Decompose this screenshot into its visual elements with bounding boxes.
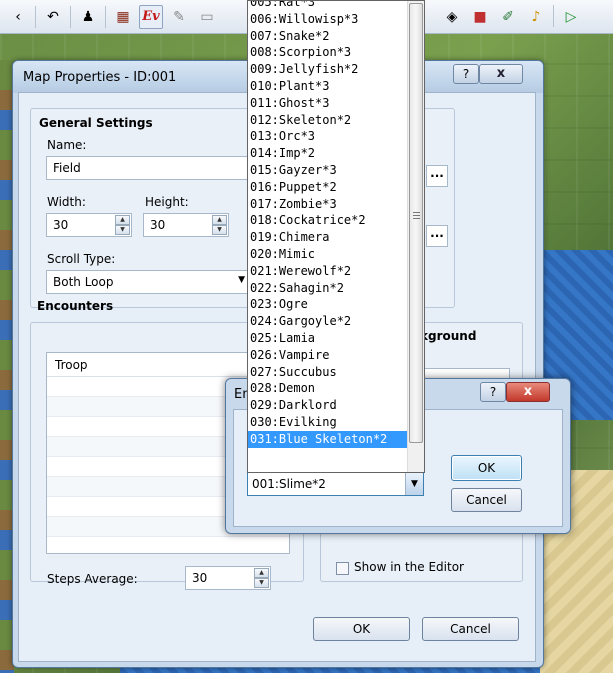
dropdown-item[interactable]: 019:Chimera <box>248 229 409 246</box>
troop-select-value: 001:Slime*2 <box>252 477 326 491</box>
show-in-editor-label: Show in the Editor <box>354 560 464 574</box>
encounter-ok-button[interactable]: OK <box>451 455 522 481</box>
dropdown-item[interactable]: 030:Evilking <box>248 414 409 431</box>
event-mode-button[interactable]: Ev <box>139 4 163 29</box>
dropdown-item[interactable]: 013:Orc*3 <box>248 128 409 145</box>
play-icon[interactable]: ▷ <box>559 5 583 29</box>
general-browse-button[interactable]: ... <box>426 165 448 187</box>
chevron-down-icon: ▼ <box>238 275 245 285</box>
dropdown-item[interactable]: 024:Gargoyle*2 <box>248 313 409 330</box>
character-icon[interactable]: ♟ <box>76 5 100 29</box>
height-stepper[interactable]: 30 ▲ ▼ <box>143 213 229 237</box>
scroll-type-value: Both Loop <box>53 275 114 289</box>
help-button[interactable]: ? <box>480 382 506 402</box>
dropdown-scrollbar[interactable] <box>407 1 424 472</box>
database-icon[interactable]: ▦ <box>111 5 135 29</box>
dropdown-item[interactable]: 028:Demon <box>248 380 409 397</box>
spin-up-icon[interactable]: ▲ <box>115 215 130 225</box>
pencil-icon[interactable]: ✎ <box>167 5 191 29</box>
troop-dropdown-list[interactable]: 005:Rat*3 006:Willowisp*3 007:Snake*2 008:S… <box>247 0 425 473</box>
dropdown-item[interactable]: 009:Jellyfish*2 <box>248 61 409 78</box>
dropdown-item[interactable]: 011:Ghost*3 <box>248 95 409 112</box>
spin-down-icon[interactable]: ▼ <box>115 225 130 235</box>
scroll-type-label: Scroll Type: <box>47 252 116 266</box>
general-settings-title: General Settings <box>39 116 153 130</box>
resources-icon[interactable]: ■ <box>468 5 492 29</box>
ok-button[interactable]: OK <box>313 617 410 641</box>
width-value: 30 <box>53 218 69 232</box>
dropdown-item[interactable]: 008:Scorpion*3 <box>248 44 409 61</box>
dropdown-item[interactable]: 020:Mimic <box>248 246 409 263</box>
window-title: Map Properties - ID:001 <box>23 70 177 85</box>
chevron-down-icon[interactable]: ▼ <box>405 473 423 495</box>
encounters-title: Encounters <box>37 299 114 313</box>
toolbar-separator <box>553 5 554 27</box>
steps-average-value: 30 <box>192 571 208 585</box>
dropdown-item[interactable]: 029:Darklord <box>248 397 409 414</box>
show-in-editor-checkbox[interactable] <box>336 562 349 575</box>
toolbar-separator <box>35 5 36 28</box>
dropdown-items: 005:Rat*3 006:Willowisp*3 007:Snake*2 008:S… <box>248 1 409 448</box>
dropdown-item[interactable]: 005:Rat*3 <box>248 1 409 11</box>
toolbar-separator <box>70 5 71 28</box>
cancel-button[interactable]: Cancel <box>422 617 519 641</box>
dropdown-item[interactable]: 010:Plant*3 <box>248 78 409 95</box>
dropdown-item[interactable]: 018:Cockatrice*2 <box>248 212 409 229</box>
dropdown-item[interactable]: 015:Gayzer*3 <box>248 162 409 179</box>
grip-icon <box>413 212 420 221</box>
spin-up-icon[interactable]: ▲ <box>254 568 269 578</box>
scrollbar-thumb[interactable] <box>409 3 423 443</box>
undo-icon[interactable]: ↶ <box>41 5 65 29</box>
dropdown-item[interactable]: 007:Snake*2 <box>248 28 409 45</box>
steps-average-label: Steps Average: <box>47 572 138 586</box>
script-icon[interactable]: ✐ <box>496 5 520 29</box>
name-label: Name: <box>47 138 87 152</box>
spin-up-icon[interactable]: ▲ <box>212 215 227 225</box>
toolbar-separator <box>105 5 106 28</box>
table-row[interactable] <box>47 537 289 557</box>
general-browse-button-2[interactable]: ... <box>426 225 448 247</box>
dropdown-item[interactable]: 017:Zombie*3 <box>248 196 409 213</box>
close-button[interactable]: x <box>506 382 550 402</box>
encounter-cancel-button[interactable]: Cancel <box>451 488 522 512</box>
dropdown-item[interactable]: 016:Puppet*2 <box>248 179 409 196</box>
layers-icon[interactable]: ◈ <box>440 5 464 29</box>
dropdown-item[interactable]: 021:Werewolf*2 <box>248 263 409 280</box>
dropdown-item[interactable]: 031:Blue Skeleton*2 <box>248 430 409 448</box>
spin-down-icon[interactable]: ▼ <box>254 578 269 588</box>
background-title: kground <box>420 329 477 343</box>
height-value: 30 <box>150 218 166 232</box>
dropdown-item[interactable]: 023:Ogre <box>248 296 409 313</box>
dropdown-item[interactable]: 022:Sahagin*2 <box>248 280 409 297</box>
height-label: Height: <box>145 195 189 209</box>
close-button[interactable]: x <box>479 64 523 84</box>
dropdown-item[interactable]: 006:Willowisp*3 <box>248 11 409 28</box>
troop-select[interactable]: 001:Slime*2 ▼ <box>247 472 424 496</box>
width-label: Width: <box>47 195 86 209</box>
name-input[interactable]: Field <box>46 156 254 180</box>
dropdown-item[interactable]: 025:Lamia <box>248 330 409 347</box>
width-stepper[interactable]: 30 ▲ ▼ <box>46 213 132 237</box>
steps-average-stepper[interactable]: 30 ▲ ▼ <box>185 566 271 590</box>
arrow-left-icon[interactable]: ‹ <box>6 5 30 29</box>
dropdown-item[interactable]: 026:Vampire <box>248 347 409 364</box>
help-button[interactable]: ? <box>453 64 479 84</box>
sound-icon[interactable]: ♪ <box>524 5 548 29</box>
dropdown-item[interactable]: 014:Imp*2 <box>248 145 409 162</box>
spin-down-icon[interactable]: ▼ <box>212 225 227 235</box>
dropdown-item[interactable]: 012:Skeleton*2 <box>248 112 409 129</box>
rectangle-icon[interactable]: ▭ <box>195 5 219 29</box>
dropdown-item[interactable]: 027:Succubus <box>248 364 409 381</box>
scroll-type-select[interactable]: Both Loop ▼ <box>46 270 254 294</box>
